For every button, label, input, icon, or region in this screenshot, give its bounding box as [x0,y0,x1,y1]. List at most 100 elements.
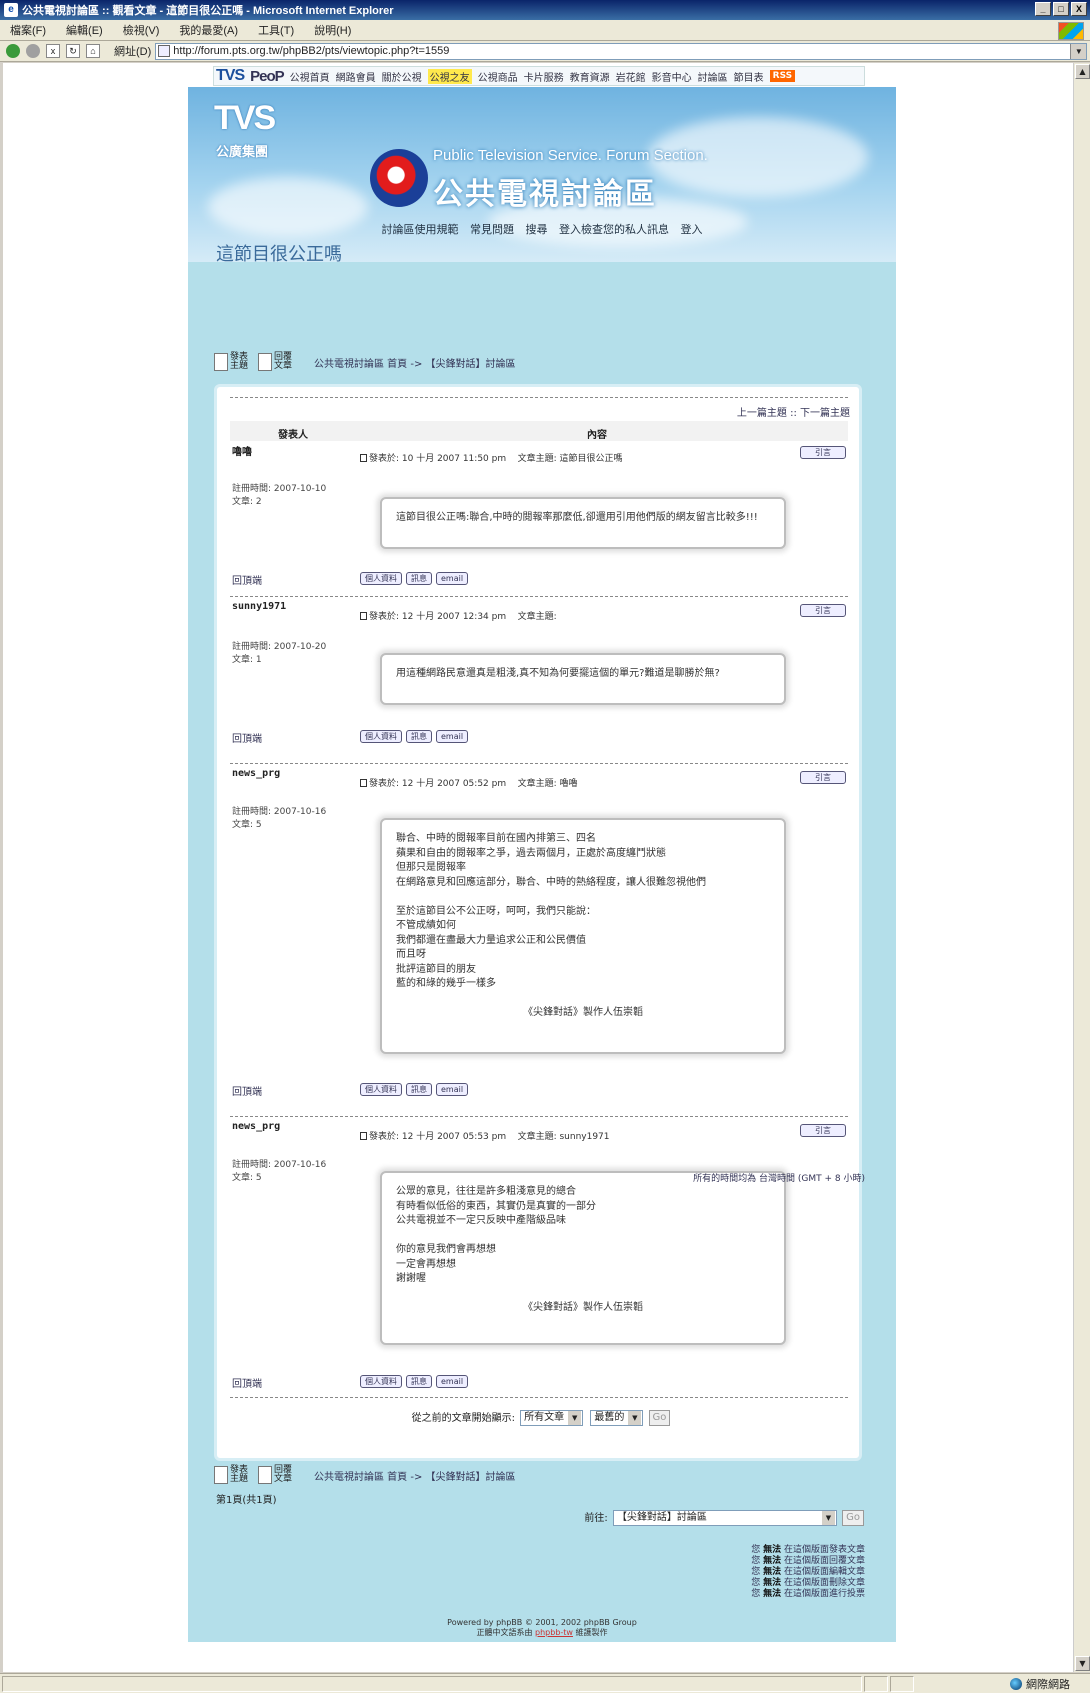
email-button[interactable]: email [436,572,469,585]
new-topic-icon [214,1466,228,1484]
link-pm[interactable]: 登入檢查您的私人訊息 [559,223,669,236]
topnav-link[interactable]: 公視首頁 [290,69,330,84]
topic-title[interactable]: 這節目很公正嗎 [216,240,342,266]
profile-button[interactable]: 個人資料 [360,572,402,585]
jump-go-button[interactable]: Go [842,1510,864,1526]
address-dropdown-icon[interactable]: ▼ [1070,43,1087,59]
topnav-link[interactable]: 教育資源 [570,69,610,84]
quote-button[interactable]: 引言 [800,1124,846,1137]
breadcrumb[interactable]: 公共電視討論區 首頁 -> 【尖鋒對話】討論區 [314,355,516,370]
scroll-down-icon[interactable]: ▼ [1075,1656,1090,1671]
ie-icon: e [4,3,18,17]
back-icon[interactable] [6,44,20,58]
home-icon[interactable]: ⌂ [86,44,100,58]
scroll-up-icon[interactable]: ▲ [1075,64,1090,79]
quote-button[interactable]: 引言 [800,604,846,617]
post-signature: 《尖鋒對話》製作人伍崇韜 [523,1301,643,1313]
back-to-top-link[interactable]: 回頂端 [232,730,262,745]
topnav-link-highlight[interactable]: 公視之友 [427,68,472,84]
close-button[interactable]: X [1071,2,1087,16]
new-topic-button[interactable]: 發表主題 [214,1466,250,1484]
email-button[interactable]: email [436,1083,469,1096]
stop-icon[interactable]: x [46,44,60,58]
profile-button[interactable]: 個人資料 [360,730,402,743]
email-button[interactable]: email [436,730,469,743]
quote-button[interactable]: 引言 [800,771,846,784]
phpbb-tw-link[interactable]: phpbb-tw [535,1628,573,1637]
post-info: 發表於: 12 十月 2007 12:34 pm 文章主題: [360,609,557,622]
post-body: 用這種網路民意還真是粗淺,真不知為何要擺這個的單元?難道是聊勝於無? [380,653,786,705]
permissions-list: 您 無法 在這個版面發表文章 您 無法 在這個版面回覆文章 您 無法 在這個版面… [751,1545,865,1600]
maximize-button[interactable]: □ [1053,2,1069,16]
status-segment [890,1675,914,1692]
zone-label: 網際網路 [1026,1678,1070,1691]
address-bar: x ↻ ⌂ 網址(D) http://forum.pts.org.tw/phpB… [0,41,1090,62]
post-author: 嚕嚕 [232,447,252,458]
pm-button[interactable]: 訊息 [406,572,432,585]
profile-button[interactable]: 個人資料 [360,1083,402,1096]
link-login[interactable]: 登入 [681,223,703,236]
jump-select[interactable]: 【尖鋒對話】討論區 [612,1510,837,1526]
back-to-top-link[interactable]: 回頂端 [232,1375,262,1390]
filter-go-button[interactable]: Go [648,1410,671,1426]
menu-help[interactable]: 說明(H) [304,22,361,38]
reply-icon [258,1466,272,1484]
reply-button[interactable]: 回覆文章 [258,353,294,371]
pm-button[interactable]: 訊息 [406,730,432,743]
post-doc-icon [360,779,367,787]
post: 嚕嚕 發表於: 10 十月 2007 11:50 pm 文章主題: 這節目很公正… [230,441,848,596]
link-search[interactable]: 搜尋 [526,223,548,236]
topnav-link[interactable]: 岩花館 [616,69,646,84]
post-info: 發表於: 10 十月 2007 11:50 pm 文章主題: 這節目很公正嗎 [360,451,622,464]
topnav-link[interactable]: 節目表 [734,69,764,84]
filter-label: 從之前的文章開始顯示: [411,1413,515,1424]
menu-favorites[interactable]: 我的最愛(A) [169,22,248,38]
topnav-link[interactable]: 關於公視 [382,69,422,84]
post-author-meta: 註冊時間: 2007-10-20 文章: 1 [232,642,327,665]
tvs-logo[interactable]: TVS [216,67,245,85]
filter-order-select[interactable]: 最舊的 [590,1410,644,1426]
filter-range-select[interactable]: 所有文章 [520,1410,584,1426]
banner-english-title: Public Television Service. Forum Section… [433,147,708,164]
link-rules[interactable]: 討論區使用規範 [382,223,459,236]
prev-next-topic[interactable]: 上一篇主題 :: 下一篇主題 [737,404,850,419]
menu-edit[interactable]: 編輯(E) [56,22,113,38]
address-input[interactable]: http://forum.pts.org.tw/phpBB2/pts/viewt… [155,42,1088,60]
email-button[interactable]: email [436,1375,469,1388]
post-author: news_prg [232,1121,281,1132]
topnav-link[interactable]: 網路會員 [336,69,376,84]
address-label: 網址(D) [114,46,152,58]
permission-line: 您 無法 在這個版面刪除文章 [751,1578,865,1588]
topnav-link[interactable]: 影音中心 [652,69,692,84]
topnav-link[interactable]: 公視商品 [478,69,518,84]
menu-view[interactable]: 檢視(V) [113,22,170,38]
post-info: 發表於: 12 十月 2007 05:52 pm 文章主題: 嚕嚕 [360,776,577,789]
post-actions: 個人資料 訊息 email [360,572,469,585]
post-author-meta: 註冊時間: 2007-10-16 文章: 5 [232,1160,327,1183]
pm-button[interactable]: 訊息 [406,1083,432,1096]
new-topic-button[interactable]: 發表主題 [214,353,250,371]
topnav-link[interactable]: 卡片服務 [524,69,564,84]
back-to-top-link[interactable]: 回頂端 [232,1083,262,1098]
rss-icon[interactable]: RSS [769,70,796,82]
forward-icon[interactable] [26,44,40,58]
permission-line: 您 無法 在這個版面發表文章 [751,1545,865,1555]
menu-tools[interactable]: 工具(T) [248,22,304,38]
menu-file[interactable]: 檔案(F) [0,22,56,38]
divider [230,1116,848,1117]
breadcrumb[interactable]: 公共電視討論區 首頁 -> 【尖鋒對話】討論區 [314,1468,516,1483]
minimize-button[interactable]: _ [1035,2,1051,16]
reply-button[interactable]: 回覆文章 [258,1466,294,1484]
refresh-icon[interactable]: ↻ [66,44,80,58]
peop-logo[interactable]: PeoP [250,68,285,85]
address-url[interactable]: http://forum.pts.org.tw/phpBB2/pts/viewt… [173,45,449,57]
vertical-scrollbar[interactable]: ▲ ▼ [1073,63,1090,1672]
permission-line: 您 無法 在這個版面編輯文章 [751,1567,865,1577]
link-faq[interactable]: 常見問題 [470,223,514,236]
post-doc-icon [360,612,367,620]
profile-button[interactable]: 個人資料 [360,1375,402,1388]
pm-button[interactable]: 訊息 [406,1375,432,1388]
quote-button[interactable]: 引言 [800,446,846,459]
topnav-link[interactable]: 討論區 [698,69,728,84]
back-to-top-link[interactable]: 回頂端 [232,572,262,587]
